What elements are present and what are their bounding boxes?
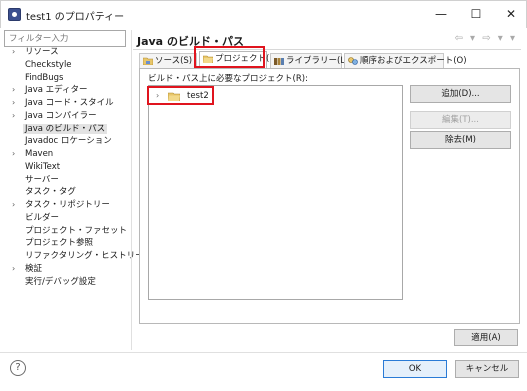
page-title: Java のビルド・パス	[137, 35, 244, 48]
tab-order-export[interactable]: 順序およびエクスポート(O)	[344, 53, 467, 68]
sidebar-item-resource[interactable]: › リソース	[4, 46, 126, 59]
expand-arrow-icon[interactable]: ›	[12, 199, 15, 212]
help-icon[interactable]: ?	[10, 360, 26, 376]
title-bar: test1 のプロパティー — ☐ ✕	[0, 0, 527, 28]
sidebar-item-javadoc-location[interactable]: Javadoc ロケーション	[4, 135, 126, 148]
ok-button[interactable]: OK	[383, 360, 447, 378]
history-nav-arrows[interactable]: ⇦ ▾ ⇨ ▾ ▾	[454, 33, 517, 44]
filter-input[interactable]	[4, 30, 126, 47]
library-icon	[274, 58, 284, 65]
sidebar-item-refactoring-history[interactable]: リファクタリング・ヒストリー	[4, 250, 144, 263]
property-page-list: › リソース Checkstyle FindBugs › Java エディター › J…	[4, 46, 144, 289]
tab-libraries[interactable]: ライブラリー(L)	[270, 53, 348, 68]
required-projects-tree[interactable]: › test2	[148, 85, 403, 300]
order-export-icon	[348, 57, 358, 65]
add-button[interactable]: 追加(D)...	[410, 85, 511, 103]
minimize-button[interactable]: —	[430, 5, 452, 23]
sidebar-item-wikitext[interactable]: WikiText	[4, 161, 126, 174]
close-button[interactable]: ✕	[500, 5, 522, 23]
tab-projects[interactable]: プロジェクト(P)	[199, 51, 278, 68]
sidebar-item-validation[interactable]: › 検証	[4, 263, 126, 276]
tab-bar: ソース(S) プロジェクト(P) ライブラリー(L) 順序およびエクスポート(O…	[139, 51, 519, 68]
sidebar-item-findbugs[interactable]: FindBugs	[4, 72, 126, 85]
expand-arrow-icon[interactable]: ›	[12, 263, 15, 276]
title-divider	[133, 49, 521, 50]
sidebar: ›リソース Checkstyle FindBugs ›Java エディター ›J…	[4, 30, 144, 350]
cancel-button[interactable]: キャンセル	[455, 360, 519, 378]
sidebar-item-server[interactable]: サーバー	[4, 174, 126, 187]
sidebar-item-java-editor[interactable]: › Java エディター	[4, 84, 126, 97]
sidebar-item-run-debug-settings[interactable]: 実行/デバッグ設定	[4, 276, 126, 289]
maximize-button[interactable]: ☐	[465, 5, 487, 23]
footer-divider	[0, 352, 527, 353]
sidebar-item-task-tags[interactable]: タスク・タグ	[4, 186, 126, 199]
sidebar-item-java-build-path[interactable]: Java のビルド・パス	[4, 123, 126, 136]
tab-source[interactable]: ソース(S)	[139, 53, 197, 68]
tree-item-test2[interactable]: › test2	[153, 89, 209, 103]
remove-button[interactable]: 除去(M)	[410, 131, 511, 149]
required-projects-label: ビルド・パス上に必要なプロジェクト(R):	[148, 74, 308, 84]
sidebar-item-java-code-style[interactable]: › Java コード・スタイル	[4, 97, 126, 110]
expand-arrow-icon[interactable]: ›	[12, 148, 15, 161]
expand-arrow-icon[interactable]: ›	[12, 46, 15, 59]
expand-arrow-icon[interactable]: ›	[12, 97, 15, 110]
sidebar-item-project-facets[interactable]: プロジェクト・ファセット	[4, 225, 127, 238]
project-folder-icon	[168, 92, 180, 101]
tree-expander-icon[interactable]: ›	[156, 89, 159, 103]
sidebar-item-maven[interactable]: › Maven	[4, 148, 126, 161]
expand-arrow-icon[interactable]: ›	[12, 110, 15, 123]
sidebar-item-project-references[interactable]: プロジェクト参照	[4, 237, 126, 250]
main-panel: Java のビルド・パス ⇦ ▾ ⇨ ▾ ▾ ソース(S) プロジェクト(P) …	[133, 30, 521, 350]
edit-button[interactable]: 編集(T)...	[410, 111, 511, 129]
sidebar-item-checkstyle[interactable]: Checkstyle	[4, 59, 126, 72]
expand-arrow-icon[interactable]: ›	[12, 84, 15, 97]
sidebar-item-builders[interactable]: ビルダー	[4, 212, 126, 225]
project-icon	[203, 55, 213, 63]
source-folder-icon	[143, 57, 153, 65]
projects-tab-panel: ビルド・パス上に必要なプロジェクト(R): › test2 追加(D)... 編…	[139, 68, 520, 324]
apply-button[interactable]: 適用(A)	[454, 329, 518, 346]
sidebar-divider[interactable]	[131, 30, 132, 350]
eclipse-app-icon	[8, 8, 21, 21]
sidebar-item-java-compiler[interactable]: › Java コンパイラー	[4, 110, 126, 123]
sidebar-item-task-repository[interactable]: › タスク・リポジトリー	[4, 199, 126, 212]
window-title: test1 のプロパティー	[26, 12, 125, 23]
